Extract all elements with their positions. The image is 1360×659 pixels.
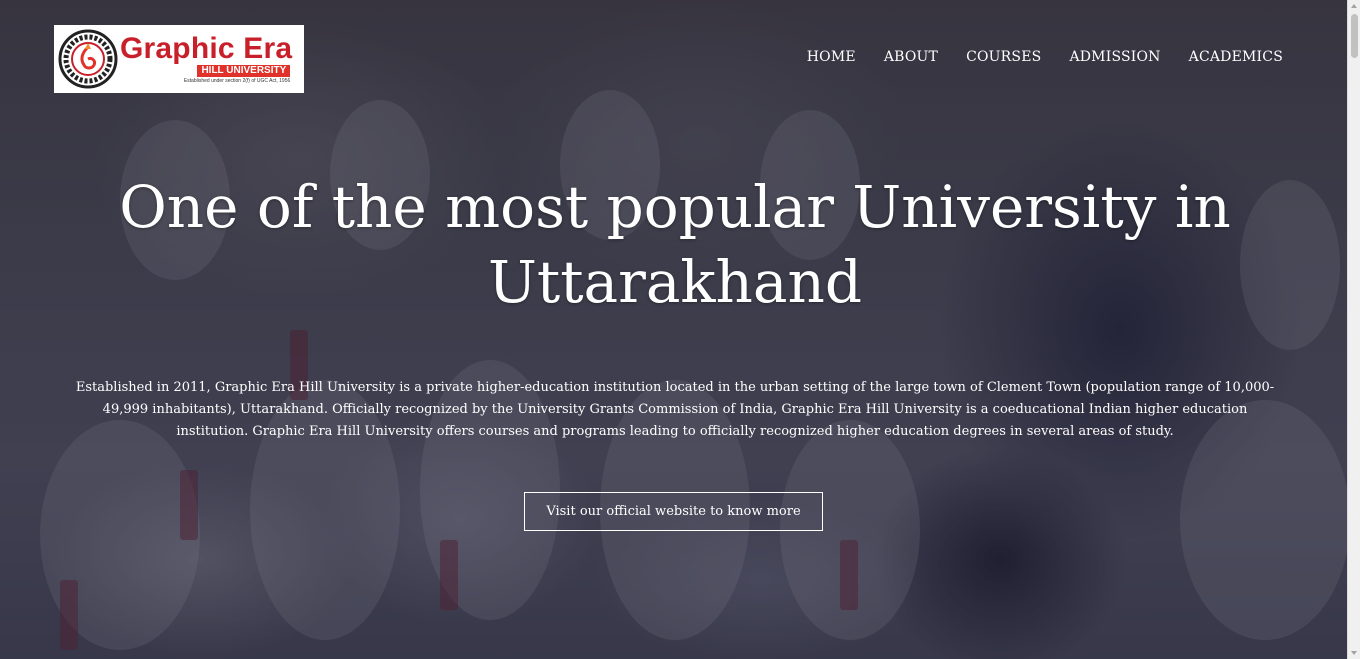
hero-overlay [0, 0, 1360, 659]
logo-text-group: Graphic Era HILL UNIVERSITY Established … [120, 34, 292, 84]
visit-website-button[interactable]: Visit our official website to know more [524, 492, 823, 531]
hero-section: Graphic Era HILL UNIVERSITY Established … [0, 0, 1360, 659]
page-scrollbar[interactable] [1347, 0, 1360, 659]
hero-description: Established in 2011, Graphic Era Hill Un… [75, 380, 1275, 439]
scroll-up-arrow-icon[interactable] [1351, 4, 1357, 8]
nav-item-academics[interactable]: ACADEMICS [1189, 49, 1283, 65]
nav-item-courses[interactable]: COURSES [966, 49, 1041, 65]
nav-item-about[interactable]: ABOUT [884, 49, 938, 65]
main-nav: HOME ABOUT COURSES ADMISSION ACADEMICS [807, 49, 1283, 65]
scrollbar-thumb[interactable] [1351, 14, 1358, 58]
hero-headline: One of the most popular University in Ut… [119, 173, 1231, 316]
logo-name: Graphic Era [120, 32, 293, 65]
logo-subtitle: HILL UNIVERSITY [197, 65, 291, 77]
nav-item-home[interactable]: HOME [807, 49, 856, 65]
scroll-down-arrow-icon[interactable] [1351, 651, 1357, 655]
university-emblem-icon [58, 29, 118, 89]
nav-item-admission[interactable]: ADMISSION [1069, 49, 1160, 65]
logo-tagline: Established under section 2(f) of UGC Ac… [183, 78, 291, 84]
university-logo[interactable]: Graphic Era HILL UNIVERSITY Established … [54, 25, 304, 93]
